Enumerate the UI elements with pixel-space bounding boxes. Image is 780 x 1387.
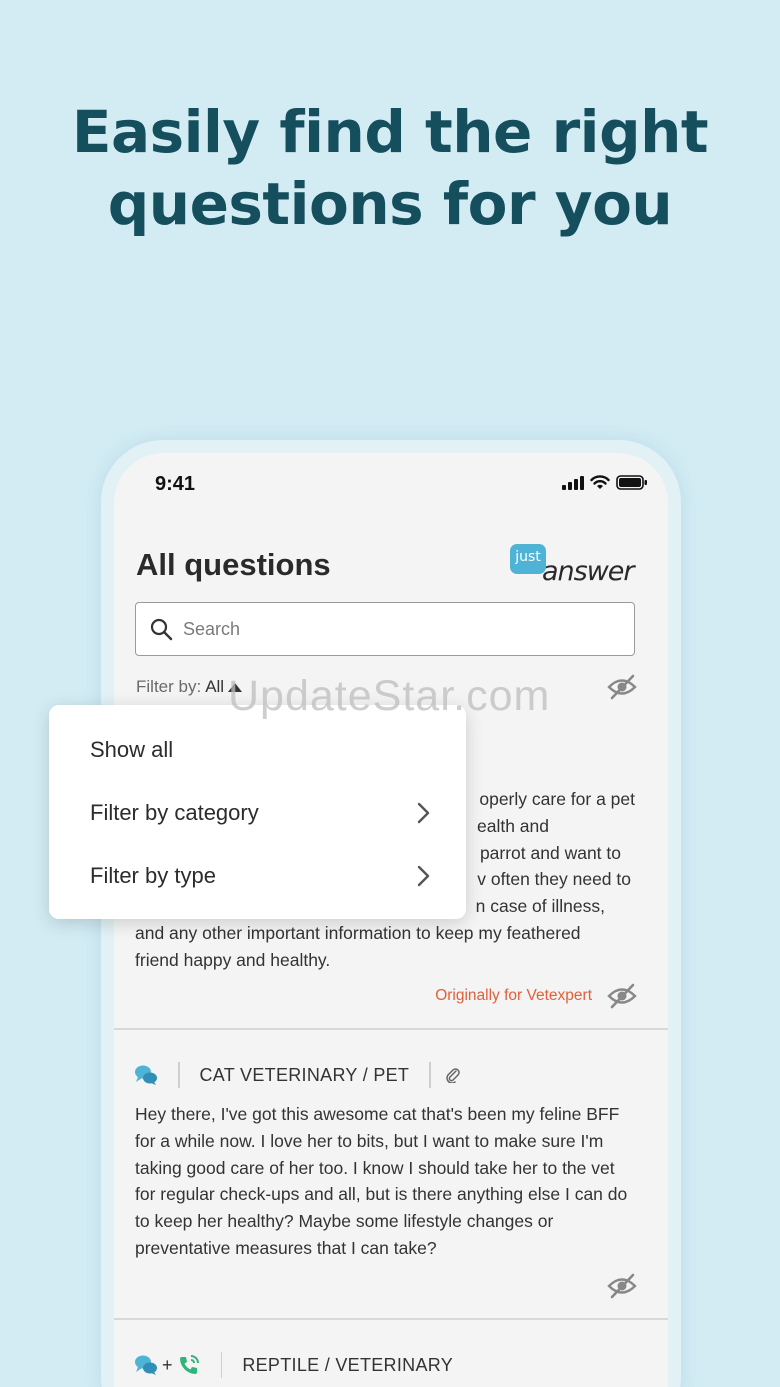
menu-item-filter-by-category[interactable]: Filter by category [90, 800, 259, 826]
filter-value: All [205, 677, 225, 696]
headline: Easily find the right questions for you [0, 96, 780, 240]
signal-icon [562, 475, 584, 490]
question-meta: CAT VETERINARY / PET [134, 1062, 461, 1088]
chevron-right-icon [417, 865, 430, 887]
hide-question-icon[interactable] [607, 983, 637, 1009]
chat-icon [135, 1355, 157, 1375]
status-icons [562, 475, 648, 490]
attachment-icon [446, 1068, 460, 1083]
divider [114, 1028, 668, 1030]
status-time: 9:41 [155, 473, 196, 495]
plus-sign: + [162, 1354, 173, 1375]
phone-call-icon [179, 1355, 199, 1374]
question-text: Hey there, I've got this awesome cat tha… [135, 1104, 628, 1258]
search-input[interactable] [183, 618, 603, 640]
search-box[interactable] [135, 602, 635, 656]
logo-wordmark: answer [542, 556, 635, 587]
chat-icon [135, 1065, 157, 1085]
origin-label: Originally for Vetexpert [435, 987, 592, 1004]
wifi-icon [590, 475, 610, 489]
justanswer-logo: just answer [510, 544, 638, 588]
separator [178, 1062, 180, 1088]
menu-item-show-all[interactable]: Show all [90, 737, 173, 763]
headline-line-1: Easily find the right [71, 98, 709, 166]
menu-item-filter-by-type[interactable]: Filter by type [90, 863, 216, 889]
category-label: REPTILE / VETERINARY [242, 1354, 454, 1375]
text-line: and any other important information to k… [135, 923, 581, 943]
category-label: CAT VETERINARY / PET [199, 1064, 410, 1085]
chevron-right-icon [417, 802, 430, 824]
hide-question-icon[interactable] [607, 1273, 637, 1299]
text-line: friend happy and healthy. [135, 949, 331, 970]
hide-all-icon[interactable] [607, 674, 637, 700]
search-icon [150, 618, 173, 641]
filter-menu: Show all Filter by category Filter by ty… [49, 705, 466, 919]
question-meta: + REPTILE / VETERINARY [134, 1352, 453, 1378]
watermark: UpdateStar.com [228, 672, 551, 720]
separator [220, 1352, 223, 1378]
headline-line-2: questions for you [107, 170, 673, 238]
filter-label: Filter by: [136, 677, 202, 696]
divider [114, 1318, 668, 1320]
filter-toggle[interactable]: Filter by: All [136, 677, 243, 697]
question-text: and any other important information to k… [135, 920, 635, 974]
phone-screen: 9:41 All questions just answer F [114, 453, 668, 1387]
separator [429, 1062, 431, 1088]
battery-icon [616, 475, 647, 490]
logo-bubble: just [510, 544, 546, 574]
page-title: All questions [136, 547, 331, 582]
